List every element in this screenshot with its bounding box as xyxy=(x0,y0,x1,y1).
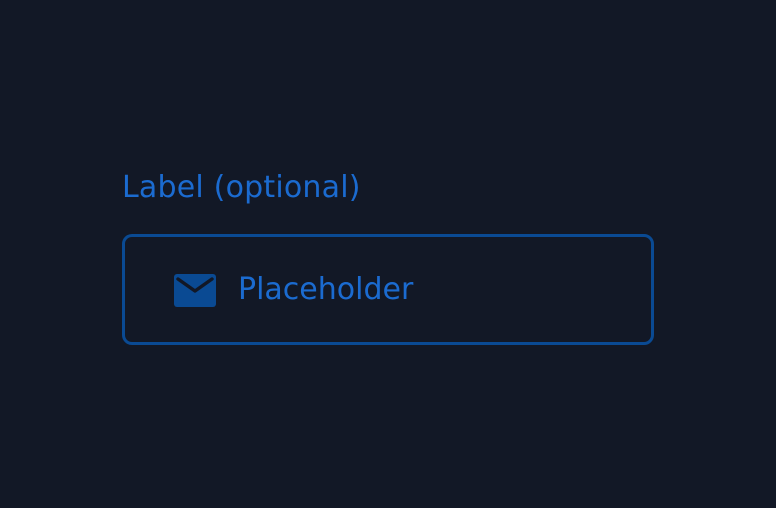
email-input[interactable] xyxy=(238,265,628,315)
email-field[interactable] xyxy=(122,234,654,345)
mail-icon xyxy=(174,274,216,307)
email-field-group: Label (optional) xyxy=(122,168,654,345)
field-label: Label (optional) xyxy=(122,170,361,205)
